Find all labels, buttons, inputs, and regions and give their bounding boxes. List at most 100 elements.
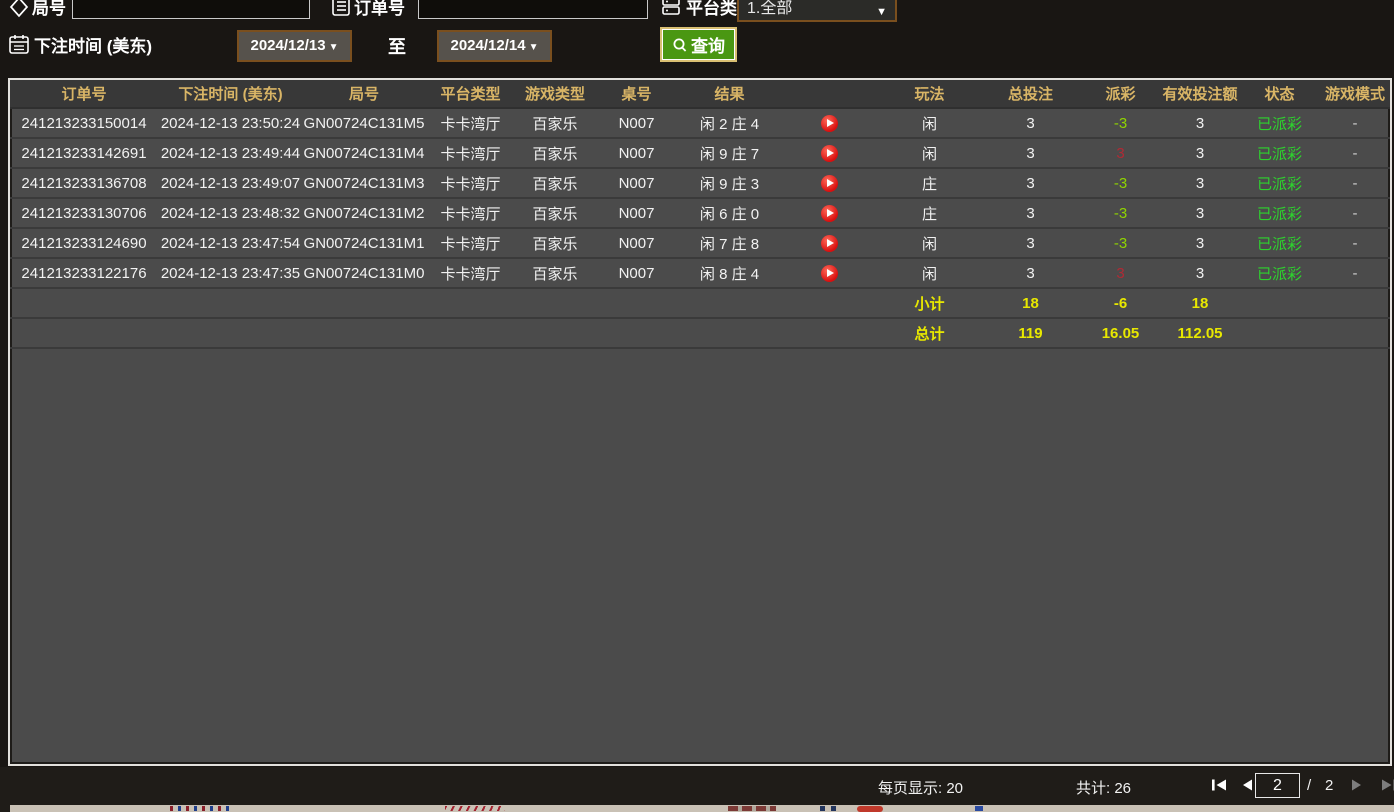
cell-order-no: 241213233136708 bbox=[10, 168, 158, 199]
background-game-strip bbox=[0, 805, 1394, 812]
cell-game-mode: - bbox=[1320, 168, 1390, 199]
cell-order-no: 241213233122176 bbox=[10, 258, 158, 289]
header-status: 状态 bbox=[1239, 80, 1320, 109]
play-icon[interactable] bbox=[820, 144, 838, 162]
cell-bet-time: 2024-12-13 23:50:24 bbox=[158, 108, 303, 139]
cell-table-no: N007 bbox=[594, 258, 679, 289]
prev-page-button[interactable] bbox=[1240, 778, 1256, 792]
subtotal-total-bet: 18 bbox=[981, 288, 1080, 319]
cell-game-mode: - bbox=[1320, 108, 1390, 139]
cell-valid-bet: 3 bbox=[1161, 258, 1239, 289]
cell-payout: -3 bbox=[1080, 168, 1161, 199]
cell-game-type: 百家乐 bbox=[516, 198, 594, 229]
next-page-button[interactable] bbox=[1350, 778, 1366, 792]
round-label: 局号 bbox=[32, 0, 66, 18]
cell-replay bbox=[780, 228, 878, 259]
cell-play-type: 闲 bbox=[878, 258, 981, 289]
table-body: 241213233150014 2024-12-13 23:50:24 GN00… bbox=[10, 108, 1390, 289]
cell-replay bbox=[780, 258, 878, 289]
cell-game-mode: - bbox=[1320, 228, 1390, 259]
cell-game-type: 百家乐 bbox=[516, 108, 594, 139]
play-icon[interactable] bbox=[820, 174, 838, 192]
header-game-mode: 游戏模式 bbox=[1320, 80, 1390, 109]
order-input[interactable] bbox=[418, 0, 648, 19]
order-label: 订单号 bbox=[354, 0, 405, 18]
cell-bet-time: 2024-12-13 23:48:32 bbox=[158, 198, 303, 229]
cell-order-no: 241213233142691 bbox=[10, 138, 158, 169]
query-button[interactable]: 查询 bbox=[660, 27, 737, 62]
header-order-no: 订单号 bbox=[10, 80, 158, 109]
cell-game-mode: - bbox=[1320, 198, 1390, 229]
cell-status: 已派彩 bbox=[1239, 228, 1320, 259]
play-icon[interactable] bbox=[820, 114, 838, 132]
cell-payout: -3 bbox=[1080, 198, 1161, 229]
subtotal-label: 小计 bbox=[878, 288, 981, 319]
last-page-button[interactable] bbox=[1381, 778, 1394, 792]
game-fragment bbox=[975, 806, 983, 811]
cell-round-no: GN00724C131M0 bbox=[303, 258, 425, 289]
cell-table-no: N007 bbox=[594, 108, 679, 139]
cell-table-no: N007 bbox=[594, 138, 679, 169]
chevron-down-icon: ▼ bbox=[328, 42, 339, 53]
cell-game-type: 百家乐 bbox=[516, 258, 594, 289]
cell-total-bet: 3 bbox=[981, 168, 1080, 199]
cell-platform: 卡卡湾厅 bbox=[425, 168, 516, 199]
records-panel: 订单号 下注时间 (美东) 局号 平台类型 游戏类型 桌号 结果 玩法 总投注 … bbox=[8, 78, 1392, 766]
round-input[interactable] bbox=[72, 0, 310, 19]
search-icon bbox=[673, 38, 687, 52]
cell-table-no: N007 bbox=[594, 228, 679, 259]
cell-status: 已派彩 bbox=[1239, 138, 1320, 169]
cell-valid-bet: 3 bbox=[1161, 228, 1239, 259]
cell-replay bbox=[780, 198, 878, 229]
chevron-down-icon: ▼ bbox=[876, 6, 887, 18]
subtotal-valid-bet: 18 bbox=[1161, 288, 1239, 319]
header-platform: 平台类型 bbox=[425, 80, 516, 109]
list-icon bbox=[330, 0, 352, 17]
play-icon[interactable] bbox=[820, 264, 838, 282]
cell-game-mode: - bbox=[1320, 138, 1390, 169]
cell-game-type: 百家乐 bbox=[516, 168, 594, 199]
cell-game-type: 百家乐 bbox=[516, 228, 594, 259]
cell-replay bbox=[780, 138, 878, 169]
page-input[interactable] bbox=[1255, 773, 1300, 798]
cell-play-type: 闲 bbox=[878, 108, 981, 139]
cell-round-no: GN00724C131M5 bbox=[303, 108, 425, 139]
total-label: 总计 bbox=[878, 318, 981, 349]
cell-payout: 3 bbox=[1080, 258, 1161, 289]
header-valid-bet: 有效投注额 bbox=[1161, 80, 1239, 109]
table-row: 241213233124690 2024-12-13 23:47:54 GN00… bbox=[10, 228, 1390, 259]
cell-platform: 卡卡湾厅 bbox=[425, 228, 516, 259]
cell-valid-bet: 3 bbox=[1161, 108, 1239, 139]
date-from-picker[interactable]: 2024/12/13 ▼ bbox=[237, 30, 352, 62]
cell-valid-bet: 3 bbox=[1161, 138, 1239, 169]
cell-play-type: 闲 bbox=[878, 138, 981, 169]
play-icon[interactable] bbox=[820, 234, 838, 252]
header-round-no: 局号 bbox=[303, 80, 425, 109]
cell-platform: 卡卡湾厅 bbox=[425, 198, 516, 229]
total-valid-bet: 112.05 bbox=[1161, 318, 1239, 349]
table-row: 241213233142691 2024-12-13 23:49:44 GN00… bbox=[10, 138, 1390, 169]
query-button-label: 查询 bbox=[691, 37, 725, 56]
cell-table-no: N007 bbox=[594, 168, 679, 199]
first-page-button[interactable] bbox=[1211, 778, 1227, 792]
cell-result: 闲 7 庄 8 bbox=[679, 228, 780, 259]
subtotal-row: 小计 18 -6 18 bbox=[10, 288, 1390, 319]
bet-time-label: 下注时间 (美东) bbox=[34, 37, 153, 56]
play-icon[interactable] bbox=[820, 204, 838, 222]
skip-last-icon bbox=[1382, 779, 1394, 791]
records-table: 订单号 下注时间 (美东) 局号 平台类型 游戏类型 桌号 结果 玩法 总投注 … bbox=[10, 80, 1390, 349]
pagination-bar: 每页显示: 20 共计: 26 / 2 bbox=[0, 767, 1394, 805]
cell-bet-time: 2024-12-13 23:49:44 bbox=[158, 138, 303, 169]
cell-total-bet: 3 bbox=[981, 228, 1080, 259]
cell-total-bet: 3 bbox=[981, 108, 1080, 139]
platform-select[interactable]: 1.全部 ▼ bbox=[737, 0, 897, 22]
game-fragment bbox=[820, 806, 842, 811]
header-replay bbox=[780, 80, 878, 109]
diamond-icon bbox=[8, 0, 30, 18]
date-range-to-label: 至 bbox=[388, 37, 406, 57]
calendar-icon bbox=[8, 33, 30, 55]
total-pages: 2 bbox=[1325, 777, 1334, 794]
cell-payout: -3 bbox=[1080, 108, 1161, 139]
date-to-picker[interactable]: 2024/12/14 ▼ bbox=[437, 30, 552, 62]
cell-result: 闲 9 庄 7 bbox=[679, 138, 780, 169]
